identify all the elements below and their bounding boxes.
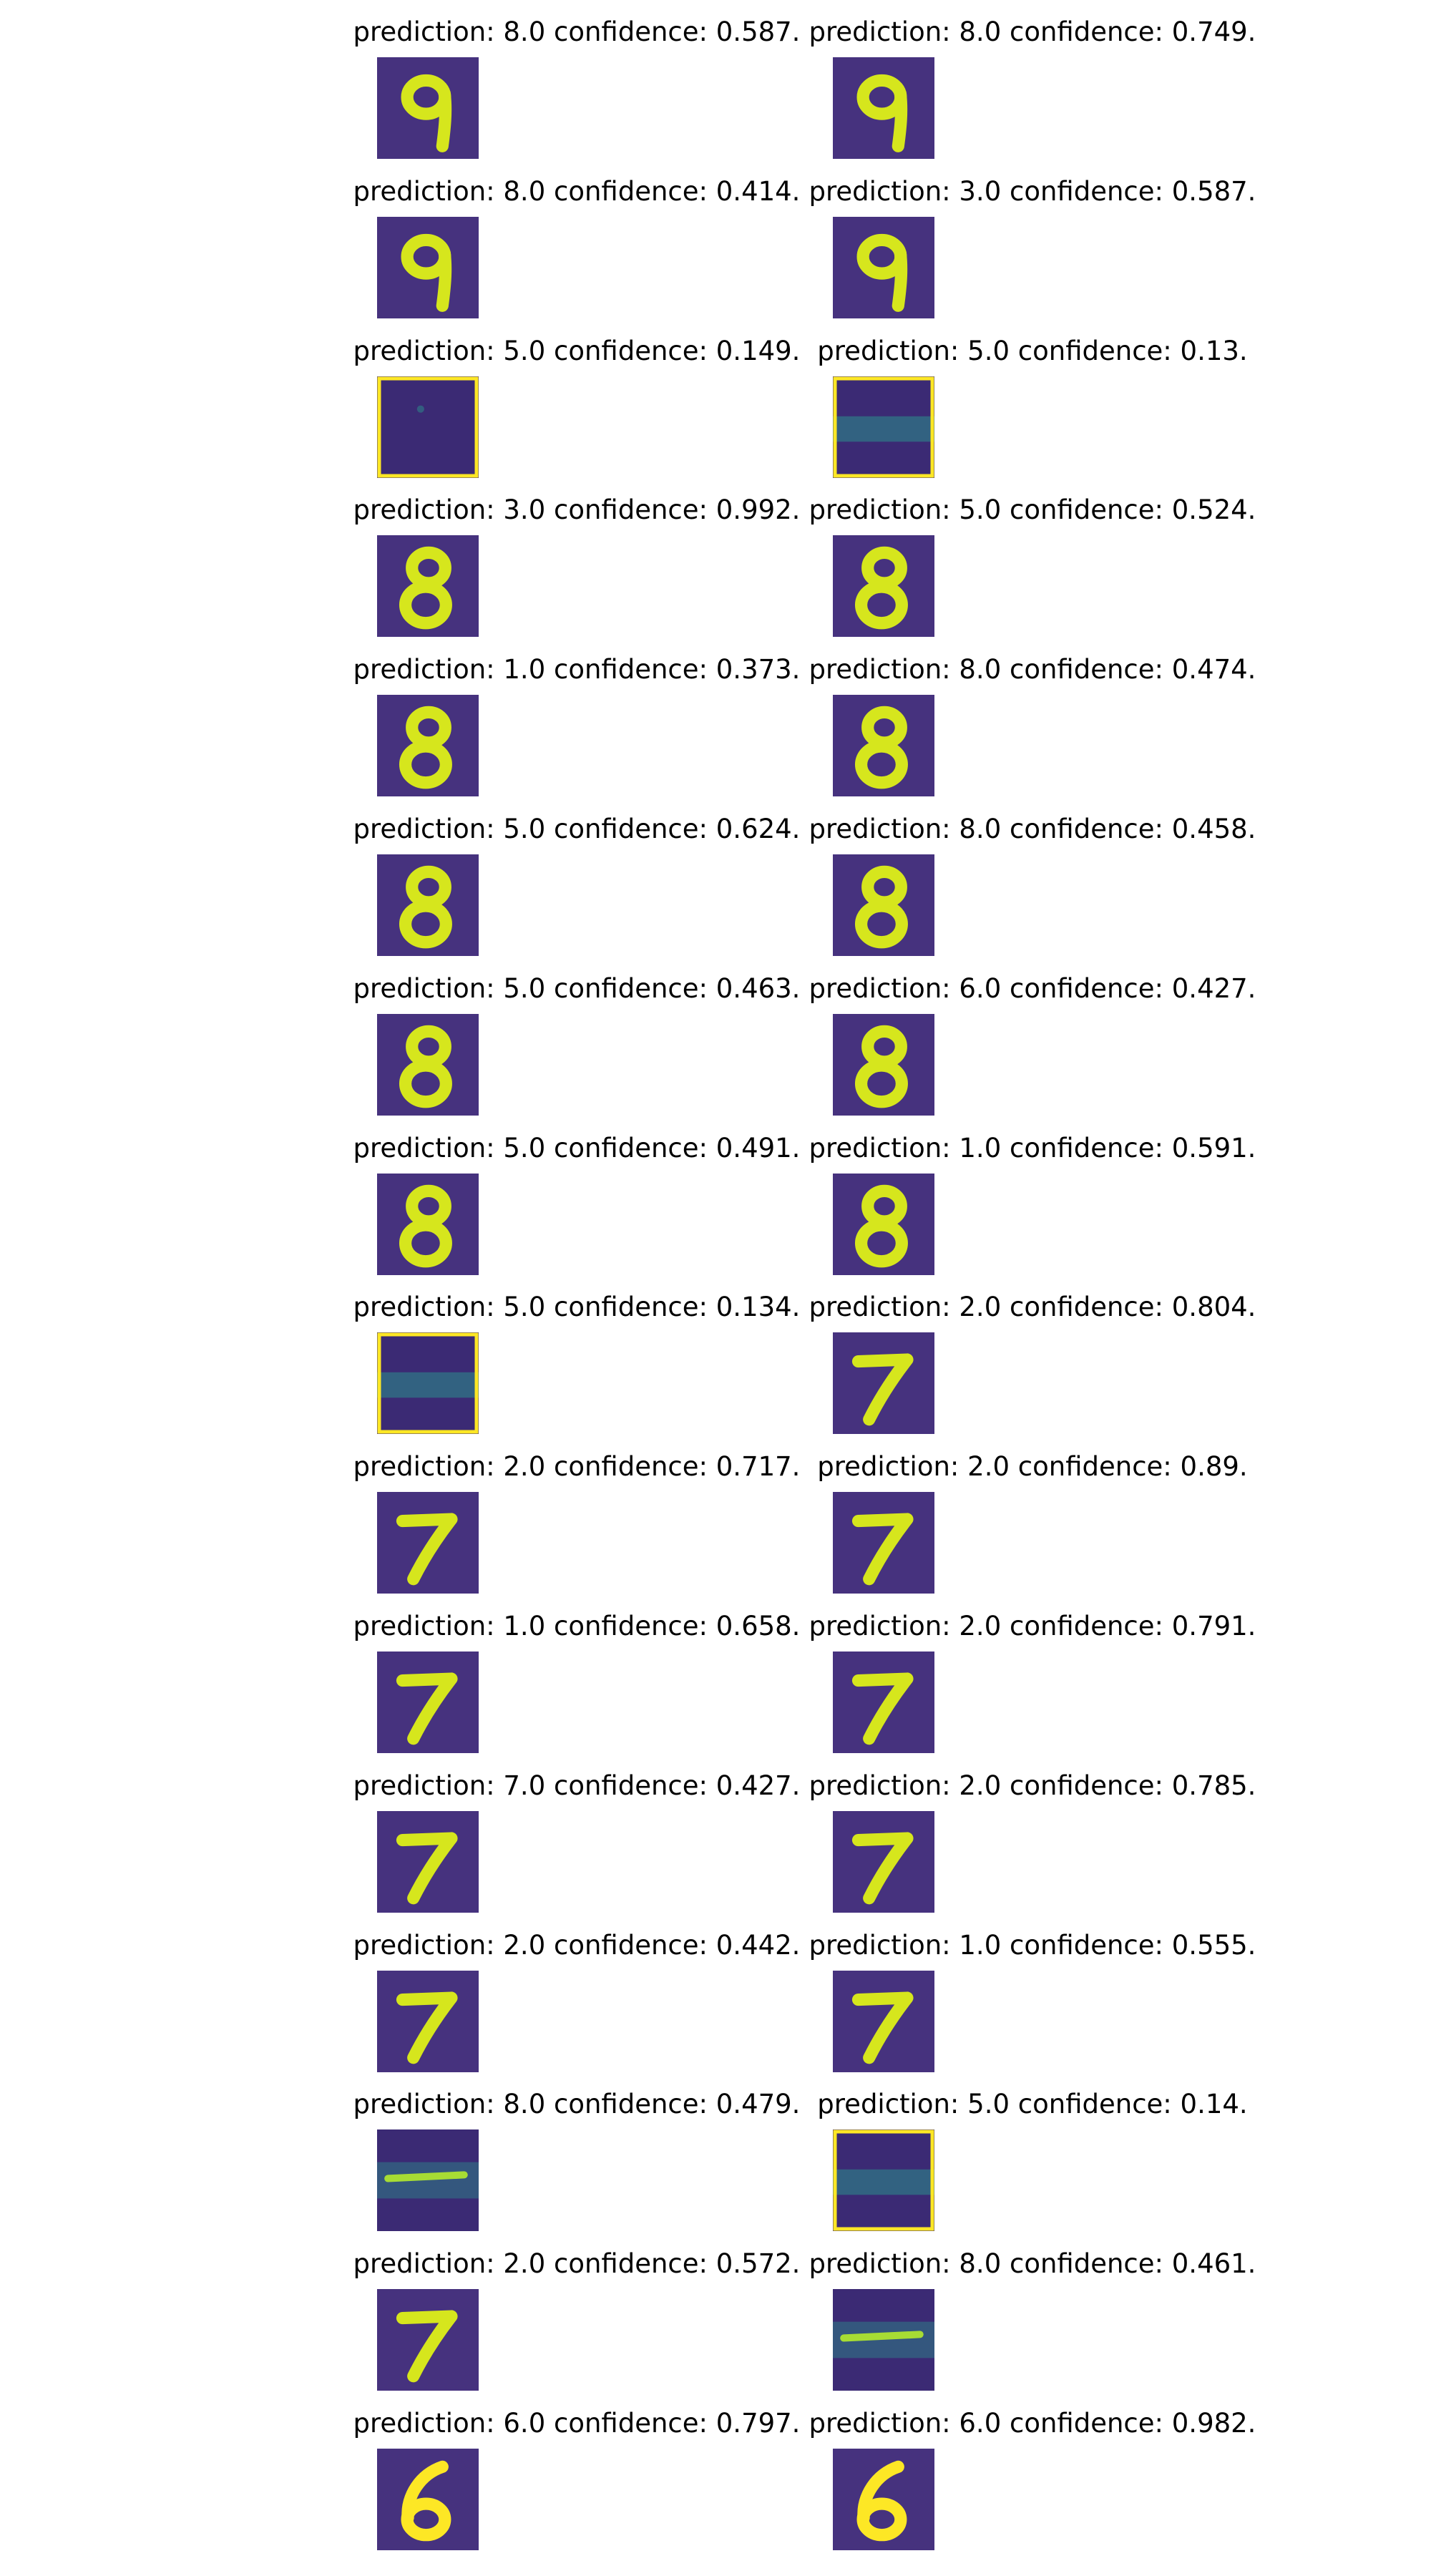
prediction-panel: prediction: 5.0 confidence: 0.624. — [319, 812, 834, 972]
digit-image — [377, 695, 479, 796]
prediction-caption: prediction: 5.0 confidence: 0.491. — [353, 1133, 801, 1163]
prediction-caption: prediction: 5.0 confidence: 0.13. — [817, 336, 1248, 366]
prediction-panel: prediction: 6.0 confidence: 0.427. — [775, 972, 1290, 1131]
prediction-caption: prediction: 5.0 confidence: 0.463. — [353, 973, 801, 1004]
prediction-panel: prediction: 8.0 confidence: 0.458. — [775, 812, 1290, 972]
prediction-caption: prediction: 1.0 confidence: 0.373. — [353, 654, 801, 685]
prediction-caption: prediction: 1.0 confidence: 0.591. — [809, 1133, 1256, 1163]
prediction-panel: prediction: 8.0 confidence: 0.474. — [775, 653, 1290, 812]
prediction-caption: prediction: 7.0 confidence: 0.427. — [353, 1770, 801, 1801]
digit-image — [833, 695, 934, 796]
prediction-panel: prediction: 5.0 confidence: 0.14. — [775, 2087, 1290, 2247]
prediction-panel: prediction: 2.0 confidence: 0.442. — [319, 1928, 834, 2088]
digit-image — [833, 2129, 934, 2231]
prediction-panel: prediction: 8.0 confidence: 0.461. — [775, 2247, 1290, 2406]
digit-image — [833, 1174, 934, 1275]
prediction-panel: prediction: 8.0 confidence: 0.414. — [319, 175, 834, 334]
digit-image — [833, 535, 934, 637]
digit-image — [377, 1971, 479, 2072]
digit-image — [833, 2289, 934, 2391]
prediction-panel: prediction: 1.0 confidence: 0.555. — [775, 1928, 1290, 2088]
prediction-panel: prediction: 5.0 confidence: 0.13. — [775, 334, 1290, 494]
prediction-panel: prediction: 1.0 confidence: 0.658. — [319, 1609, 834, 1769]
digit-image — [833, 376, 934, 478]
prediction-caption: prediction: 2.0 confidence: 0.785. — [809, 1770, 1256, 1801]
digit-image — [833, 1014, 934, 1116]
prediction-caption: prediction: 8.0 confidence: 0.587. — [353, 16, 801, 47]
prediction-caption: prediction: 3.0 confidence: 0.992. — [353, 494, 801, 525]
digit-image — [833, 1652, 934, 1753]
digit-image — [377, 1174, 479, 1275]
prediction-caption: prediction: 5.0 confidence: 0.14. — [817, 2089, 1248, 2119]
prediction-panel: prediction: 1.0 confidence: 0.373. — [319, 653, 834, 812]
digit-image — [377, 2129, 479, 2231]
prediction-caption: prediction: 8.0 confidence: 0.414. — [353, 176, 801, 207]
digit-image — [377, 217, 479, 318]
prediction-panel: prediction: 5.0 confidence: 0.149. — [319, 334, 834, 494]
prediction-panel: prediction: 1.0 confidence: 0.591. — [775, 1131, 1290, 1291]
prediction-panel: prediction: 7.0 confidence: 0.427. — [319, 1769, 834, 1928]
prediction-caption: prediction: 5.0 confidence: 0.624. — [353, 814, 801, 844]
prediction-caption: prediction: 5.0 confidence: 0.134. — [353, 1292, 801, 1322]
prediction-caption: prediction: 6.0 confidence: 0.797. — [353, 2408, 801, 2439]
prediction-caption: prediction: 5.0 confidence: 0.524. — [809, 494, 1256, 525]
prediction-caption: prediction: 2.0 confidence: 0.804. — [809, 1292, 1256, 1322]
prediction-panel: prediction: 8.0 confidence: 0.479. — [319, 2087, 834, 2247]
digit-image — [833, 1332, 934, 1434]
prediction-panel: prediction: 5.0 confidence: 0.463. — [319, 972, 834, 1131]
digit-image — [833, 2449, 934, 2550]
prediction-caption: prediction: 2.0 confidence: 0.572. — [353, 2248, 801, 2279]
prediction-caption: prediction: 8.0 confidence: 0.461. — [809, 2248, 1256, 2279]
digit-image — [377, 2449, 479, 2550]
prediction-panel: prediction: 8.0 confidence: 0.749. — [775, 15, 1290, 175]
digit-image — [377, 376, 479, 478]
prediction-caption: prediction: 8.0 confidence: 0.479. — [353, 2089, 801, 2119]
prediction-panel: prediction: 2.0 confidence: 0.572. — [319, 2247, 834, 2406]
digit-image — [377, 1014, 479, 1116]
prediction-caption: prediction: 2.0 confidence: 0.442. — [353, 1930, 801, 1961]
digit-image — [377, 535, 479, 637]
prediction-caption: prediction: 8.0 confidence: 0.474. — [809, 654, 1256, 685]
prediction-grid: prediction: 8.0 confidence: 0.587. predic… — [0, 0, 1431, 2576]
prediction-panel: prediction: 8.0 confidence: 0.587. — [319, 15, 834, 175]
prediction-panel: prediction: 5.0 confidence: 0.134. — [319, 1290, 834, 1450]
digit-image — [833, 57, 934, 159]
prediction-panel: prediction: 2.0 confidence: 0.89. — [775, 1450, 1290, 1609]
prediction-panel: prediction: 3.0 confidence: 0.587. — [775, 175, 1290, 334]
prediction-caption: prediction: 8.0 confidence: 0.458. — [809, 814, 1256, 844]
prediction-caption: prediction: 6.0 confidence: 0.427. — [809, 973, 1256, 1004]
digit-image — [833, 1971, 934, 2072]
prediction-panel: prediction: 6.0 confidence: 0.797. — [319, 2406, 834, 2566]
digit-image — [833, 854, 934, 956]
prediction-caption: prediction: 2.0 confidence: 0.791. — [809, 1611, 1256, 1641]
digit-image — [377, 2289, 479, 2391]
digit-image — [833, 1811, 934, 1913]
prediction-caption: prediction: 8.0 confidence: 0.749. — [809, 16, 1256, 47]
digit-image — [377, 1332, 479, 1434]
prediction-panel: prediction: 2.0 confidence: 0.717. — [319, 1450, 834, 1609]
digit-image — [833, 217, 934, 318]
digit-image — [377, 1492, 479, 1594]
prediction-caption: prediction: 2.0 confidence: 0.717. — [353, 1451, 801, 1482]
prediction-caption: prediction: 1.0 confidence: 0.555. — [809, 1930, 1256, 1961]
prediction-panel: prediction: 5.0 confidence: 0.524. — [775, 493, 1290, 653]
digit-image — [377, 854, 479, 956]
digit-image — [377, 1811, 479, 1913]
digit-image — [377, 1652, 479, 1753]
prediction-caption: prediction: 5.0 confidence: 0.149. — [353, 336, 801, 366]
prediction-panel: prediction: 6.0 confidence: 0.982. — [775, 2406, 1290, 2566]
prediction-caption: prediction: 1.0 confidence: 0.658. — [353, 1611, 801, 1641]
prediction-panel: prediction: 2.0 confidence: 0.804. — [775, 1290, 1290, 1450]
prediction-caption: prediction: 6.0 confidence: 0.982. — [809, 2408, 1256, 2439]
prediction-caption: prediction: 2.0 confidence: 0.89. — [817, 1451, 1248, 1482]
prediction-panel: prediction: 3.0 confidence: 0.992. — [319, 493, 834, 653]
prediction-panel: prediction: 2.0 confidence: 0.785. — [775, 1769, 1290, 1928]
prediction-panel: prediction: 5.0 confidence: 0.491. — [319, 1131, 834, 1291]
prediction-caption: prediction: 3.0 confidence: 0.587. — [809, 176, 1256, 207]
digit-image — [833, 1492, 934, 1594]
digit-image — [377, 57, 479, 159]
prediction-panel: prediction: 2.0 confidence: 0.791. — [775, 1609, 1290, 1769]
